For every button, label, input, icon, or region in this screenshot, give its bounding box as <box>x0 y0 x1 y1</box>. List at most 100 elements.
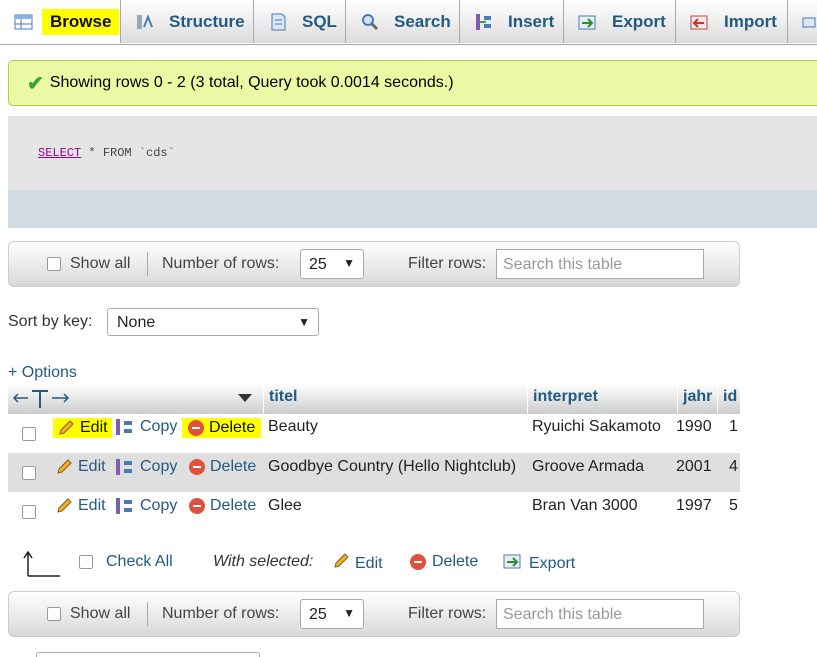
delete-action[interactable]: Delete <box>182 418 262 438</box>
show-all-label[interactable]: Show all <box>70 255 130 273</box>
bulk-edit-label: Edit <box>355 554 383 572</box>
edit-label: Edit <box>80 419 108 436</box>
success-message: ✔ Showing rows 0 - 2 (3 total, Query too… <box>8 60 817 106</box>
copy-action[interactable]: Copy <box>115 418 177 436</box>
dropdown-arrow-icon: ▼ <box>343 606 355 620</box>
delete-action[interactable]: Delete <box>189 497 256 515</box>
pencil-icon <box>55 458 73 476</box>
tab-export-label: Export <box>612 11 666 31</box>
row-checkbox[interactable] <box>22 505 36 519</box>
cell-titel: Beauty <box>268 418 318 435</box>
number-of-rows-label: Number of rows: <box>162 605 280 622</box>
copy-action[interactable]: Copy <box>115 458 177 476</box>
bulk-edit-button[interactable]: Edit <box>332 552 383 575</box>
success-text: Showing rows 0 - 2 (3 total, Query took … <box>49 74 454 91</box>
row-checkbox[interactable] <box>22 427 36 441</box>
privileges-icon <box>802 13 817 31</box>
cell-id: 1 <box>729 418 738 435</box>
tab-insert[interactable]: Insert <box>460 0 564 43</box>
pencil-icon <box>57 419 75 437</box>
bulk-delete-button[interactable]: Delete <box>410 553 478 571</box>
header-actions <box>8 384 261 414</box>
sort-by-key-label: Sort by key: <box>8 313 93 330</box>
edit-action[interactable]: Edit <box>55 458 106 476</box>
copy-icon <box>115 497 135 515</box>
sort-arrow-icon[interactable] <box>237 392 253 404</box>
arrow-up-left-icon <box>23 550 60 577</box>
delete-label: Delete <box>210 458 257 475</box>
sql-icon <box>268 13 288 31</box>
show-all-checkbox[interactable] <box>47 257 61 271</box>
copy-icon <box>115 458 135 476</box>
copy-icon <box>115 418 135 436</box>
row-checkbox[interactable] <box>22 466 36 480</box>
edit-label: Edit <box>78 497 106 514</box>
number-of-rows-select[interactable]: 25 ▼ <box>300 249 364 279</box>
delete-icon <box>188 420 204 436</box>
check-all-label[interactable]: Check All <box>106 553 173 571</box>
filter-rows-input[interactable]: Search this table <box>496 599 704 629</box>
filter-rows-input[interactable]: Search this table <box>496 249 704 279</box>
delete-label: Delete <box>210 497 257 514</box>
cell-titel: Glee <box>268 497 302 514</box>
copy-label: Copy <box>140 497 178 514</box>
header-titel[interactable]: titel <box>263 384 527 414</box>
cell-jahr: 1997 <box>676 497 712 514</box>
show-all-checkbox[interactable] <box>47 607 61 621</box>
number-of-rows-select[interactable]: 25 ▼ <box>300 599 364 629</box>
cell-id: 4 <box>729 458 738 475</box>
check-icon: ✔ <box>27 72 44 95</box>
bottom-navigation-bar: Show all Number of rows: 25 ▼ Filter row… <box>8 591 740 637</box>
number-of-rows-value: 25 <box>309 606 327 623</box>
tab-import[interactable]: Import <box>676 0 788 43</box>
tab-bar: Browse Structure SQL Search Insert Expor… <box>0 0 817 45</box>
delete-label: Delete <box>209 419 256 436</box>
bulk-actions-bar: Check All With selected: Edit Delete Exp… <box>0 540 740 584</box>
delete-action[interactable]: Delete <box>189 458 256 476</box>
edit-action[interactable]: Edit <box>55 497 106 515</box>
sql-rest: * FROM `cds` <box>81 146 175 160</box>
table-header: titel interpret jahr id <box>8 384 740 414</box>
tab-browse[interactable]: Browse <box>0 0 121 43</box>
sql-query-toolbar <box>8 190 817 228</box>
header-jahr[interactable]: jahr <box>677 384 717 414</box>
show-all-label[interactable]: Show all <box>70 605 130 623</box>
edit-action[interactable]: Edit <box>53 418 112 438</box>
search-icon <box>360 13 380 31</box>
tab-browse-label: Browse <box>42 8 120 35</box>
cell-interpret: Groove Armada <box>532 458 645 475</box>
column-arrows-icon[interactable] <box>12 388 82 410</box>
tab-export[interactable]: Export <box>564 0 676 43</box>
bulk-export-label: Export <box>529 554 576 572</box>
with-selected-label: With selected: <box>213 553 314 570</box>
sort-by-key-select[interactable]: None ▼ <box>107 308 319 336</box>
cell-titel: Goodbye Country (Hello Nightclub) <box>268 458 517 475</box>
bulk-export-button[interactable]: Export <box>503 552 575 575</box>
header-id[interactable]: id <box>717 384 740 414</box>
cell-id: 5 <box>729 497 738 514</box>
options-link[interactable]: + Options <box>8 364 77 382</box>
tab-import-label: Import <box>724 11 777 31</box>
tab-structure[interactable]: Structure <box>121 0 254 43</box>
header-interpret[interactable]: interpret <box>527 384 677 414</box>
filter-rows-label: Filter rows: <box>408 255 487 272</box>
copy-action[interactable]: Copy <box>115 497 177 515</box>
divider <box>147 252 148 276</box>
tab-sql-label: SQL <box>302 11 337 31</box>
partial-select[interactable] <box>36 652 260 657</box>
delete-icon <box>189 498 205 514</box>
tab-search[interactable]: Search <box>346 0 460 43</box>
structure-icon <box>135 13 155 31</box>
sql-keyword[interactable]: SELECT <box>38 146 81 160</box>
delete-icon <box>410 554 426 570</box>
tab-sql[interactable]: SQL <box>254 0 346 43</box>
insert-icon <box>474 13 494 31</box>
divider <box>147 602 148 626</box>
edit-label: Edit <box>78 458 106 475</box>
table-row: Edit Copy Delete Glee Bran Van 3000 1997… <box>8 492 740 531</box>
tab-more[interactable] <box>788 0 817 43</box>
cell-interpret: Bran Van 3000 <box>532 497 638 514</box>
check-all-checkbox[interactable] <box>79 555 93 569</box>
cell-jahr: 1990 <box>676 418 712 435</box>
cell-jahr: 2001 <box>676 458 712 475</box>
